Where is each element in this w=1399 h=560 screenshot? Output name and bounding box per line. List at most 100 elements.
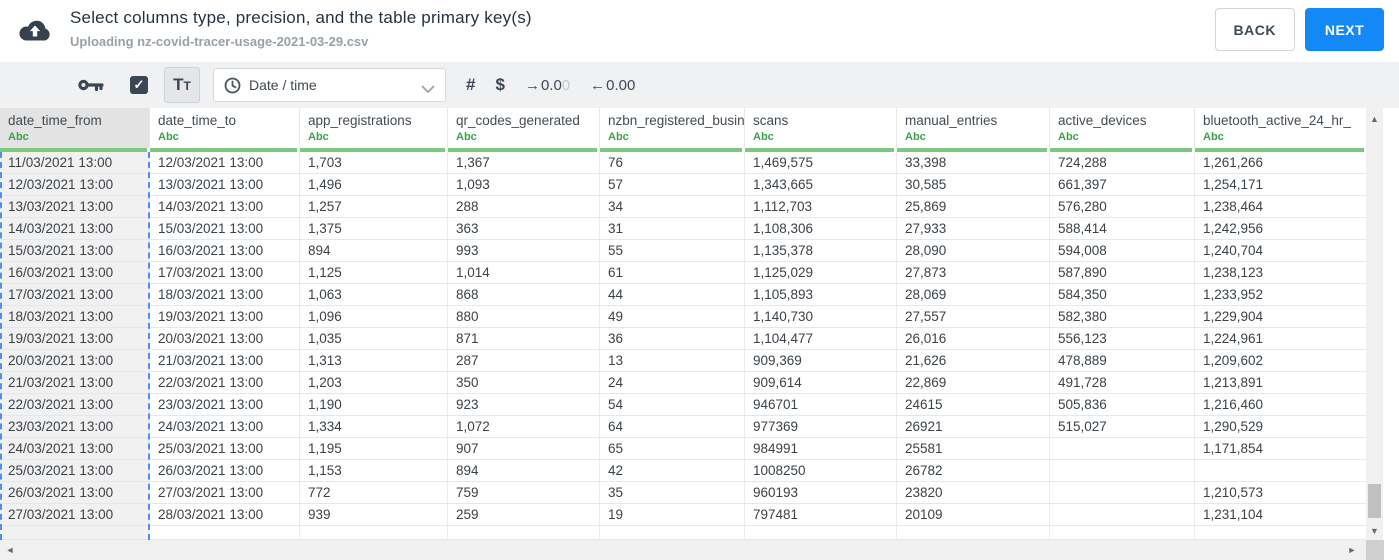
table-cell[interactable]: 61 [600,262,745,284]
table-cell[interactable]: 661,397 [1050,174,1195,196]
table-cell[interactable]: 1,108,306 [745,218,897,240]
table-cell[interactable]: 288 [448,196,600,218]
table-cell[interactable]: 1,334 [300,416,448,438]
table-cell[interactable]: 22/03/2021 13:00 [150,372,300,394]
table-cell[interactable]: 960193 [745,482,897,504]
table-cell[interactable]: 1,063 [300,284,448,306]
table-cell[interactable]: 1,096 [300,306,448,328]
column-header-active_devices[interactable]: active_devices Abc [1050,108,1195,148]
table-cell[interactable]: 1,703 [300,152,448,174]
table-cell[interactable]: 868 [448,284,600,306]
text-type-button[interactable]: Tt [164,67,200,103]
table-cell[interactable]: 1,104,477 [745,328,897,350]
table-cell[interactable]: 26/03/2021 13:00 [150,460,300,482]
table-cell[interactable]: 1,035 [300,328,448,350]
vertical-scrollbar[interactable]: ▲ ▼ [1366,108,1383,540]
table-cell[interactable]: 19/03/2021 13:00 [150,306,300,328]
table-cell[interactable]: 1,210,573 [1195,482,1367,504]
table-cell[interactable] [1050,460,1195,482]
table-cell[interactable]: 909,369 [745,350,897,372]
table-cell[interactable] [1050,438,1195,460]
table-cell[interactable]: 1,469,575 [745,152,897,174]
table-cell[interactable] [1050,482,1195,504]
table-cell[interactable]: 1,014 [448,262,600,284]
table-cell[interactable]: 894 [448,460,600,482]
increase-precision-button[interactable]: →0.00 [525,77,570,94]
table-cell[interactable]: 984991 [745,438,897,460]
table-cell[interactable]: 1,195 [300,438,448,460]
table-cell[interactable]: 19 [600,504,745,526]
table-cell[interactable]: 23820 [897,482,1050,504]
table-cell[interactable]: 1,231,104 [1195,504,1367,526]
table-cell[interactable]: 1,238,464 [1195,196,1367,218]
table-cell[interactable]: 1008250 [745,460,897,482]
table-cell[interactable]: 31 [600,218,745,240]
table-cell[interactable]: 26782 [897,460,1050,482]
scroll-up-icon[interactable]: ▲ [1366,112,1383,126]
include-column-checkbox[interactable]: ✓ [130,76,148,94]
table-cell[interactable]: 588,414 [1050,218,1195,240]
table-cell[interactable]: 26,016 [897,328,1050,350]
table-cell[interactable]: 584,350 [1050,284,1195,306]
table-cell[interactable]: 1,224,961 [1195,328,1367,350]
table-cell[interactable]: 1,367 [448,152,600,174]
table-cell[interactable]: 478,889 [1050,350,1195,372]
next-button[interactable]: NEXT [1305,8,1384,51]
table-cell[interactable]: 1,140,730 [745,306,897,328]
table-cell[interactable]: 11/03/2021 13:00 [0,152,150,174]
table-cell[interactable]: 36 [600,328,745,350]
table-cell[interactable]: 76 [600,152,745,174]
column-header-bluetooth_active_24_hr_[interactable]: bluetooth_active_24_hr_ Abc [1195,108,1367,148]
table-cell[interactable]: 505,836 [1050,394,1195,416]
table-cell[interactable]: 19/03/2021 13:00 [0,328,150,350]
table-cell[interactable]: 14/03/2021 13:00 [150,196,300,218]
table-cell[interactable]: 871 [448,328,600,350]
table-cell[interactable]: 30,585 [897,174,1050,196]
table-cell[interactable]: 894 [300,240,448,262]
table-cell[interactable]: 350 [448,372,600,394]
table-cell[interactable]: 1,343,665 [745,174,897,196]
column-header-scans[interactable]: scans Abc [745,108,897,148]
table-cell[interactable]: 27,873 [897,262,1050,284]
table-cell[interactable]: 1,240,704 [1195,240,1367,262]
table-cell[interactable]: 28,090 [897,240,1050,262]
table-cell[interactable]: 18/03/2021 13:00 [0,306,150,328]
table-cell[interactable]: 724,288 [1050,152,1195,174]
table-cell[interactable]: 27/03/2021 13:00 [150,482,300,504]
table-cell[interactable]: 594,008 [1050,240,1195,262]
table-cell[interactable]: 15/03/2021 13:00 [0,240,150,262]
table-cell[interactable]: 22/03/2021 13:00 [0,394,150,416]
table-cell[interactable]: 939 [300,504,448,526]
table-cell[interactable]: 946701 [745,394,897,416]
table-cell[interactable]: 1,153 [300,460,448,482]
decrease-precision-button[interactable]: ←0.00 [590,77,635,94]
column-header-date_time_from[interactable]: date_time_from Abc [0,108,150,148]
currency-type-button[interactable]: $ [495,75,504,95]
table-cell[interactable]: 18/03/2021 13:00 [150,284,300,306]
table-cell[interactable]: 33,398 [897,152,1050,174]
scroll-down-icon[interactable]: ▼ [1366,524,1383,538]
table-cell[interactable]: 57 [600,174,745,196]
table-cell[interactable]: 1,203 [300,372,448,394]
table-cell[interactable]: 20/03/2021 13:00 [150,328,300,350]
table-cell[interactable]: 1,135,378 [745,240,897,262]
table-cell[interactable]: 12/03/2021 13:00 [0,174,150,196]
vertical-scroll-thumb[interactable] [1368,484,1381,518]
table-cell[interactable]: 759 [448,482,600,504]
table-cell[interactable]: 21,626 [897,350,1050,372]
table-cell[interactable]: 27,933 [897,218,1050,240]
table-cell[interactable]: 1,105,893 [745,284,897,306]
table-cell[interactable]: 923 [448,394,600,416]
table-cell[interactable]: 24615 [897,394,1050,416]
table-cell[interactable]: 49 [600,306,745,328]
table-cell[interactable]: 23/03/2021 13:00 [0,416,150,438]
table-cell[interactable]: 1,216,460 [1195,394,1367,416]
table-cell[interactable]: 25/03/2021 13:00 [150,438,300,460]
table-cell[interactable]: 16/03/2021 13:00 [150,240,300,262]
table-cell[interactable]: 1,375 [300,218,448,240]
table-cell[interactable]: 42 [600,460,745,482]
back-button[interactable]: BACK [1214,8,1295,51]
table-cell[interactable]: 26/03/2021 13:00 [0,482,150,504]
table-cell[interactable]: 13/03/2021 13:00 [150,174,300,196]
table-cell[interactable]: 64 [600,416,745,438]
